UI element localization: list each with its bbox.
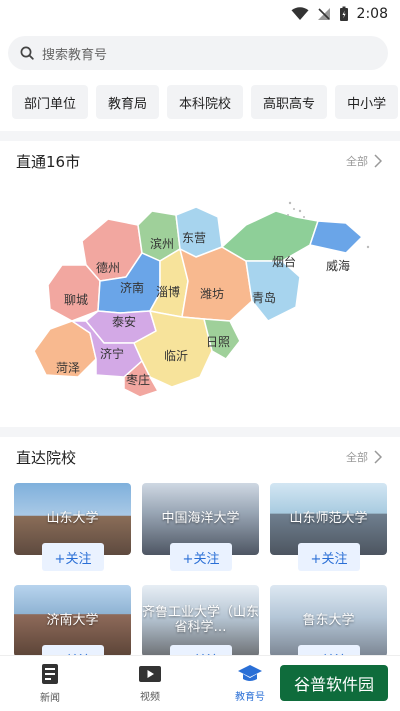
news-icon [42,664,58,684]
cities-more-label: 全部 [346,155,368,168]
follow-button[interactable]: +关注 [298,543,360,571]
status-bar: 2:08 [0,0,400,28]
follow-button[interactable]: +关注 [170,543,232,571]
category-chip[interactable]: 教育局 [96,85,160,119]
city-label[interactable]: 烟台 [272,253,296,270]
city-label[interactable]: 临沂 [164,347,188,364]
section-divider [0,427,400,437]
nav-label: 视频 [140,692,160,703]
nav-label: 新闻 [40,693,60,704]
city-label[interactable]: 菏泽 [56,359,80,376]
cities-more-link[interactable]: 全部 [346,153,382,169]
chevron-right-icon [374,450,382,464]
follow-button[interactable]: +关注 [42,543,104,571]
city-label[interactable]: 滨州 [150,235,174,252]
schools-more-label: 全部 [346,451,368,464]
watermark-text: 谷普软件园 [293,675,374,694]
graduation-cap-icon [238,665,262,681]
school-name: 山东师范大学 [289,511,368,526]
nav-item-news[interactable]: 新闻 [0,656,100,711]
city-label[interactable]: 潍坊 [200,285,224,302]
school-name: 济南大学 [46,613,99,628]
watermark-logo: 谷普软件园 [280,665,388,701]
wifi-icon [291,7,309,21]
school-name: 山东大学 [46,511,99,526]
cities-section-title: 直通16市 [16,152,81,171]
city-label[interactable]: 泰安 [112,313,136,330]
category-chip[interactable]: 中小学 [335,85,399,119]
app-screen: 2:08 搜索教育号 部门单位 教育局 本科院校 高职高专 中小学 直通16市 … [0,0,400,711]
category-chip[interactable]: 部门单位 [12,85,89,119]
school-grid: 山东大学 +关注 中国海洋大学 +关注 山东师范大学 +关注 济南大学 +关注 … [0,477,400,673]
schools-section-header: 直达院校 全部 [0,437,400,477]
city-label[interactable]: 威海 [326,257,350,274]
city-label[interactable]: 济南 [120,279,144,296]
schools-section-title: 直达院校 [16,448,77,467]
battery-icon [339,6,348,21]
section-divider [0,131,400,141]
search-icon [20,46,34,60]
city-label[interactable]: 淄博 [156,283,180,300]
school-name: 齐鲁工业大学（山东省科学… [142,605,259,635]
category-tabs: 部门单位 教育局 本科院校 高职高专 中小学 [0,85,400,119]
city-label[interactable]: 日照 [206,333,230,350]
city-label[interactable]: 济宁 [100,345,124,362]
school-card[interactable]: 山东大学 +关注 [14,483,131,571]
schools-more-link[interactable]: 全部 [346,449,382,465]
province-map: 德州 滨州 东营 烟台 威海 聊城 济南 淄博 潍坊 青岛 泰安 菏泽 济宁 临… [0,181,400,419]
city-label[interactable]: 德州 [96,259,120,276]
cities-section-header: 直通16市 全部 [0,141,400,181]
school-card[interactable]: 中国海洋大学 +关注 [142,483,259,571]
search-placeholder: 搜索教育号 [42,47,108,63]
search-input[interactable]: 搜索教育号 [8,36,388,70]
chevron-right-icon [374,154,382,168]
city-label[interactable]: 青岛 [252,289,276,306]
map-region-weihai [309,220,363,254]
school-name: 鲁东大学 [302,613,355,628]
status-time: 2:08 [356,6,388,22]
city-label[interactable]: 东营 [182,229,206,246]
school-card[interactable]: 山东师范大学 +关注 [270,483,387,571]
city-label[interactable]: 聊城 [64,291,88,308]
category-chip[interactable]: 高职高专 [251,85,328,119]
city-label[interactable]: 枣庄 [126,371,150,388]
nav-label: 教育号 [235,692,265,703]
nav-item-video[interactable]: 视频 [100,656,200,711]
no-signal-icon [317,8,330,20]
category-chip[interactable]: 本科院校 [167,85,244,119]
school-name: 中国海洋大学 [161,511,240,526]
video-icon [139,666,161,682]
map-region-yantai [221,210,319,262]
